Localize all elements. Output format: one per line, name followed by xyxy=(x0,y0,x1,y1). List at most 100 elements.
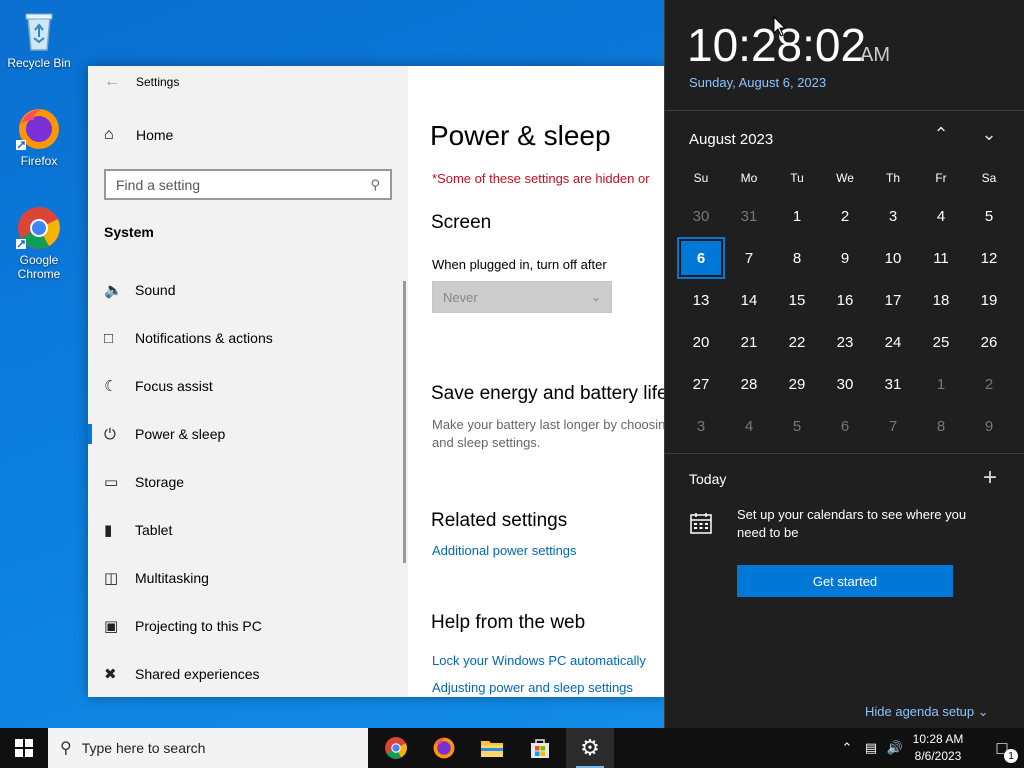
calendar-day-number: 9 xyxy=(840,249,850,267)
calendar-day[interactable]: 24 xyxy=(869,321,917,363)
desktop-icon-chrome[interactable]: Google Chrome xyxy=(4,205,74,281)
calendar-day[interactable]: 1 xyxy=(917,363,965,405)
calendar-day[interactable]: 30 xyxy=(677,195,725,237)
taskbar-settings[interactable]: ⚙ xyxy=(566,728,614,768)
calendar-day-number: 3 xyxy=(888,207,898,225)
taskbar-firefox[interactable] xyxy=(420,728,468,768)
calendar-day-number: 19 xyxy=(980,291,998,309)
calendar-day-number: 18 xyxy=(932,291,950,309)
calendar-day[interactable]: 16 xyxy=(821,279,869,321)
action-center-button[interactable]: □ 1 xyxy=(980,728,1024,768)
calendar-day[interactable]: 4 xyxy=(917,195,965,237)
chevron-up-icon[interactable]: ⌃ xyxy=(926,124,956,145)
show-hidden-icons-chevron-icon[interactable]: ⌃ xyxy=(836,728,858,768)
calendar-day[interactable]: 3 xyxy=(869,195,917,237)
chevron-down-icon[interactable]: ⌄ xyxy=(974,124,1004,145)
divider xyxy=(665,110,1024,111)
nav-item-tablet[interactable]: ▮ Tablet xyxy=(88,506,408,554)
calendar-day[interactable]: 4 xyxy=(725,405,773,447)
hide-agenda-button[interactable]: Hide agenda setup ⌄ xyxy=(865,704,989,720)
taskbar-store[interactable] xyxy=(516,728,564,768)
taskbar-search-box[interactable]: ⚲ Type here to search xyxy=(48,728,368,768)
settings-nav: 🔈 Sound □ Notifications & actions ☾ Focu… xyxy=(88,266,408,697)
nav-item-power-sleep[interactable]: ⏻ Power & sleep xyxy=(88,410,408,458)
nav-item-projecting[interactable]: ▣ Projecting to this PC xyxy=(88,602,408,650)
find-setting-input[interactable]: Find a setting ⚲ xyxy=(104,169,392,200)
nav-item-sound[interactable]: 🔈 Sound xyxy=(88,266,408,314)
calendar-day[interactable]: 9 xyxy=(821,237,869,279)
calendar-day[interactable]: 9 xyxy=(965,405,1013,447)
desktop-icon-recycle-bin[interactable]: Recycle Bin xyxy=(4,8,74,70)
calendar-day-number: 30 xyxy=(692,207,710,225)
calendar-day[interactable]: 14 xyxy=(725,279,773,321)
nav-item-storage[interactable]: ▭ Storage xyxy=(88,458,408,506)
add-event-icon[interactable]: + xyxy=(983,464,997,492)
help-link[interactable]: Adjusting power and sleep settings xyxy=(432,680,633,695)
calendar-day[interactable]: 5 xyxy=(773,405,821,447)
sidebar-scrollbar[interactable] xyxy=(403,281,406,563)
mouse-cursor-icon xyxy=(773,15,787,43)
calendar-day[interactable]: 5 xyxy=(965,195,1013,237)
calendar-day[interactable]: 30 xyxy=(821,363,869,405)
flyout-date[interactable]: Sunday, August 6, 2023 xyxy=(689,75,826,90)
help-link[interactable]: Lock your Windows PC automatically xyxy=(432,653,646,668)
calendar-day-number: 5 xyxy=(984,207,994,225)
calendar-day[interactable]: 27 xyxy=(677,363,725,405)
nav-item-notifications[interactable]: □ Notifications & actions xyxy=(88,314,408,362)
calendar-day-number: 11 xyxy=(933,249,949,267)
calendar-day[interactable]: 19 xyxy=(965,279,1013,321)
calendar-day[interactable]: 1 xyxy=(773,195,821,237)
calendar-month[interactable]: August 2023 xyxy=(689,131,773,148)
home-button[interactable]: ⌂ Home xyxy=(104,126,173,144)
calendar-day[interactable]: 22 xyxy=(773,321,821,363)
calendar-day[interactable]: 8 xyxy=(773,237,821,279)
taskbar-chrome[interactable] xyxy=(372,728,420,768)
nav-item-label: Tablet xyxy=(135,522,173,538)
calendar-day-today[interactable]: 6 xyxy=(677,237,725,279)
calendar-day[interactable]: 17 xyxy=(869,279,917,321)
calendar-day[interactable]: 15 xyxy=(773,279,821,321)
calendar-day[interactable]: 13 xyxy=(677,279,725,321)
back-arrow-icon[interactable]: ← xyxy=(88,73,136,91)
flyout-ampm: AM xyxy=(860,44,890,66)
calendar-day[interactable]: 2 xyxy=(965,363,1013,405)
calendar-day-number: 14 xyxy=(740,291,758,309)
nav-item-multitasking[interactable]: ◫ Multitasking xyxy=(88,554,408,602)
calendar-day[interactable]: 6 xyxy=(821,405,869,447)
screen-timeout-dropdown[interactable]: Never ⌄ xyxy=(432,281,612,313)
calendar-day[interactable]: 21 xyxy=(725,321,773,363)
calendar-day-number: 21 xyxy=(740,333,758,351)
network-icon[interactable]: ▤ xyxy=(860,728,882,768)
calendar-day[interactable]: 11 xyxy=(917,237,965,279)
calendar-day[interactable]: 25 xyxy=(917,321,965,363)
volume-icon[interactable]: 🔊 xyxy=(884,728,906,768)
calendar-day-number: 6 xyxy=(840,417,850,435)
screen-heading: Screen xyxy=(431,212,492,233)
calendar-day[interactable]: 29 xyxy=(773,363,821,405)
taskbar-file-explorer[interactable] xyxy=(468,728,516,768)
weekday-label: Th xyxy=(885,171,900,185)
desktop-icon-firefox[interactable]: Firefox xyxy=(4,106,74,168)
calendar-day[interactable]: 7 xyxy=(869,405,917,447)
calendar-day[interactable]: 31 xyxy=(869,363,917,405)
get-started-button[interactable]: Get started xyxy=(737,565,953,597)
calendar-day[interactable]: 7 xyxy=(725,237,773,279)
calendar-day[interactable]: 31 xyxy=(725,195,773,237)
additional-power-settings-link[interactable]: Additional power settings xyxy=(432,543,577,558)
calendar-day[interactable]: 20 xyxy=(677,321,725,363)
calendar-day[interactable]: 12 xyxy=(965,237,1013,279)
taskbar-date: 8/6/2023 xyxy=(914,749,962,763)
calendar-day[interactable]: 28 xyxy=(725,363,773,405)
calendar-day[interactable]: 8 xyxy=(917,405,965,447)
calendar-day[interactable]: 10 xyxy=(869,237,917,279)
calendar-day[interactable]: 3 xyxy=(677,405,725,447)
nav-item-shared-experiences[interactable]: ✖ Shared experiences xyxy=(88,650,408,697)
start-button[interactable] xyxy=(0,728,48,768)
calendar-day[interactable]: 26 xyxy=(965,321,1013,363)
calendar-day[interactable]: 23 xyxy=(821,321,869,363)
calendar-day[interactable]: 18 xyxy=(917,279,965,321)
nav-item-focus-assist[interactable]: ☾ Focus assist xyxy=(88,362,408,410)
taskbar-clock[interactable]: 10:28 AM 8/6/2023 xyxy=(906,731,970,765)
calendar-day[interactable]: 2 xyxy=(821,195,869,237)
message-icon: □ xyxy=(104,329,114,347)
